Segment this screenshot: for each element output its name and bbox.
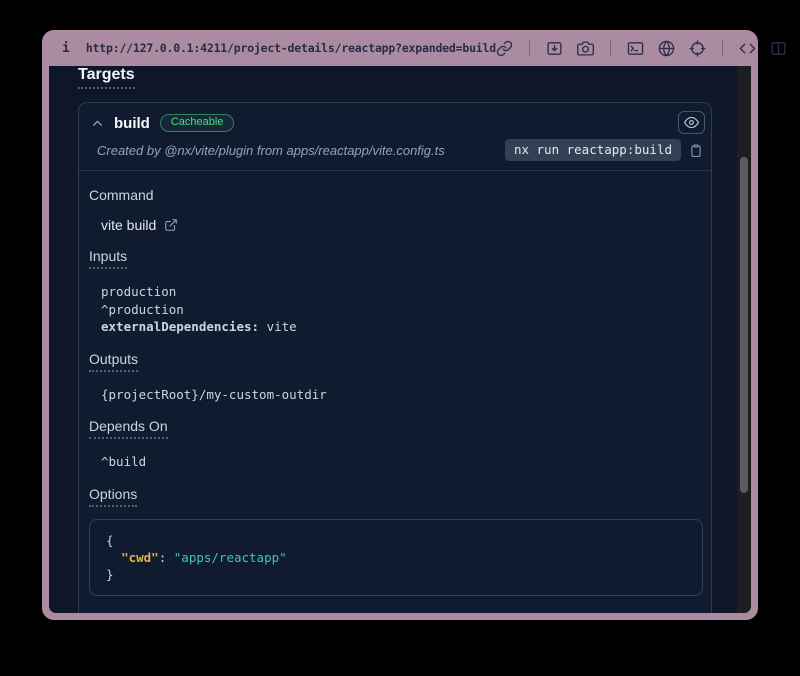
input-item: ^production xyxy=(101,301,703,319)
cacheable-badge: Cacheable xyxy=(160,114,235,132)
outputs-label[interactable]: Outputs xyxy=(89,351,138,372)
target-card-build: build Cacheable Created by @nx/vite/plug… xyxy=(78,102,712,613)
command-value: vite build xyxy=(101,217,156,233)
targets-heading: Targets xyxy=(78,66,135,89)
build-title-row: build Cacheable xyxy=(91,112,703,134)
json-value-cwd: "apps/reactapp" xyxy=(174,550,287,565)
toolbar-divider xyxy=(529,40,530,56)
depends-on-list: ^build xyxy=(89,453,703,471)
json-close-brace: } xyxy=(106,566,686,583)
run-command-group: nx run reactapp:build xyxy=(505,139,703,161)
url-text[interactable]: http://127.0.0.1:4211/project-details/re… xyxy=(86,41,496,55)
build-card-header[interactable]: build Cacheable Created by @nx/vite/plug… xyxy=(79,103,711,171)
run-command-chip[interactable]: nx run reactapp:build xyxy=(505,139,681,161)
json-cwd-line: "cwd": "apps/reactapp" xyxy=(106,549,686,566)
desktop-background: i http://127.0.0.1:4211/project-details/… xyxy=(0,0,800,676)
options-json-block: { "cwd": "apps/reactapp" } xyxy=(89,519,703,596)
json-key-cwd: "cwd" xyxy=(121,550,159,565)
globe-icon[interactable] xyxy=(658,40,675,57)
copy-icon[interactable] xyxy=(689,143,703,158)
view-target-graph-button[interactable] xyxy=(678,111,705,134)
input-item-external-deps: externalDependencies: vite xyxy=(101,318,703,336)
import-icon[interactable] xyxy=(546,40,563,57)
build-meta-row: Created by @nx/vite/plugin from apps/rea… xyxy=(91,139,703,161)
terminal-icon[interactable] xyxy=(627,40,644,57)
chrome-toolbar xyxy=(496,40,787,57)
command-label: Command xyxy=(89,187,703,203)
split-panel-icon[interactable] xyxy=(770,40,787,57)
input-key: externalDependencies: xyxy=(101,319,259,334)
build-target-name: build xyxy=(114,115,150,132)
json-open-brace: { xyxy=(106,532,686,549)
eye-icon xyxy=(684,115,699,130)
crosshair-icon[interactable] xyxy=(689,40,706,57)
options-label[interactable]: Options xyxy=(89,486,137,507)
project-details-view: Targets build Cacheable Created b xyxy=(49,66,737,613)
chevron-up-icon[interactable] xyxy=(91,117,104,130)
browser-window: i http://127.0.0.1:4211/project-details/… xyxy=(42,30,758,620)
input-value: vite xyxy=(267,319,297,334)
input-item: production xyxy=(101,283,703,301)
inputs-list: production ^production externalDependenc… xyxy=(89,283,703,336)
browser-chrome-bar: i http://127.0.0.1:4211/project-details/… xyxy=(42,30,758,66)
code-icon[interactable] xyxy=(739,40,756,57)
camera-icon[interactable] xyxy=(577,40,594,57)
depends-on-item: ^build xyxy=(101,453,703,471)
link-icon[interactable] xyxy=(496,40,513,57)
page-content: Targets build Cacheable Created b xyxy=(49,66,751,613)
inputs-label[interactable]: Inputs xyxy=(89,248,127,269)
scrollbar[interactable] xyxy=(737,66,751,613)
external-link-icon[interactable] xyxy=(164,218,178,232)
toolbar-divider xyxy=(722,40,723,56)
build-card-body: Command vite build Inputs production ^pr… xyxy=(79,171,711,613)
depends-on-label[interactable]: Depends On xyxy=(89,418,168,439)
outputs-list: {projectRoot}/my-custom-outdir xyxy=(89,386,703,404)
command-value-row: vite build xyxy=(89,217,703,233)
json-separator: : xyxy=(159,550,174,565)
info-icon[interactable]: i xyxy=(62,41,70,56)
output-item: {projectRoot}/my-custom-outdir xyxy=(101,386,703,404)
toolbar-divider xyxy=(610,40,611,56)
created-by-text: Created by @nx/vite/plugin from apps/rea… xyxy=(97,143,445,158)
scrollbar-thumb[interactable] xyxy=(740,157,748,493)
